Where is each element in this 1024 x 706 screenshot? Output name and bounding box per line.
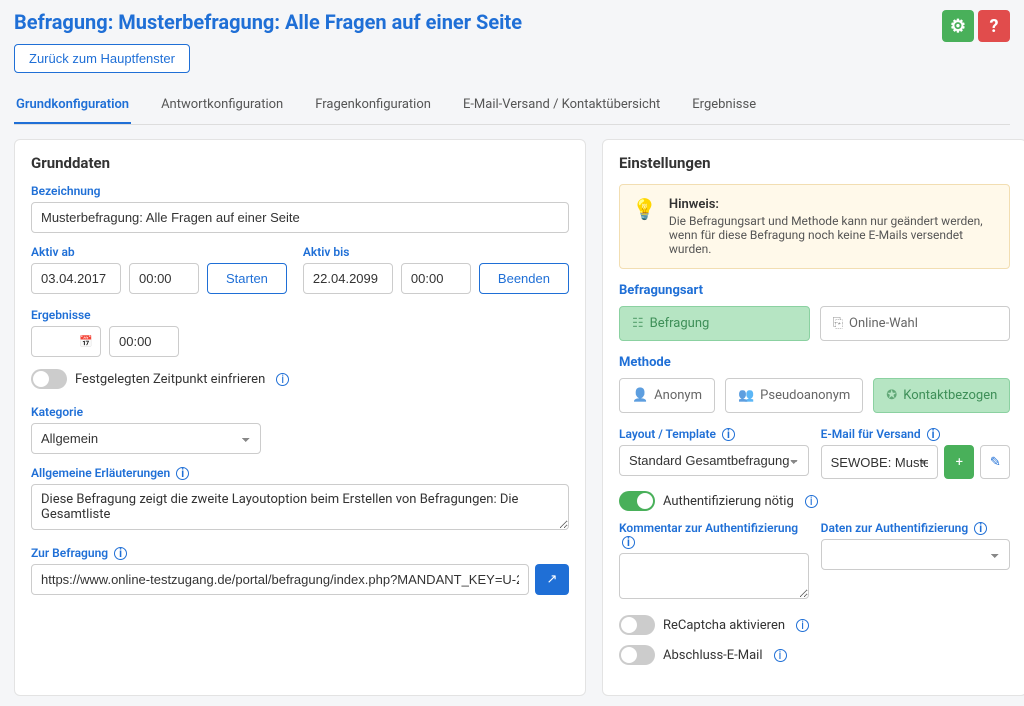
info-icon[interactable]: i xyxy=(622,536,635,549)
erl-label: Allgemeine Erläuterungen i xyxy=(31,466,569,480)
aktiv-ab-date[interactable] xyxy=(31,263,121,294)
info-icon[interactable]: i xyxy=(722,428,735,441)
info-icon[interactable]: i xyxy=(774,649,787,662)
aktiv-ab-time[interactable] xyxy=(129,263,199,294)
einstellungen-heading: Einstellungen xyxy=(619,154,1010,172)
edit-email-button[interactable]: ✎ xyxy=(980,445,1010,479)
freeze-label: Festgelegten Zeitpunkt einfrieren xyxy=(75,372,265,387)
info-icon[interactable]: i xyxy=(796,619,809,632)
tab-ergebnisse[interactable]: Ergebnisse xyxy=(690,87,758,124)
ergebnisse-date[interactable] xyxy=(31,326,101,357)
seg-anonym[interactable]: 👤Anonym xyxy=(619,378,715,413)
erl-textarea[interactable] xyxy=(31,484,569,530)
tab-antwortkonfiguration[interactable]: Antwortkonfiguration xyxy=(159,87,285,124)
info-icon[interactable]: i xyxy=(276,373,289,386)
seg-kontaktbezogen[interactable]: ✪Kontaktbezogen xyxy=(873,378,1010,413)
page-title: Befragung: Musterbefragung: Alle Fragen … xyxy=(14,10,522,34)
people-icon: 👥 xyxy=(738,388,754,403)
tab-email-versand[interactable]: E-Mail-Versand / Kontaktübersicht xyxy=(461,87,662,124)
tab-fragenkonfiguration[interactable]: Fragenkonfiguration xyxy=(313,87,433,124)
plus-icon: + xyxy=(956,455,963,470)
help-button[interactable]: ? xyxy=(978,10,1010,42)
kategorie-select[interactable]: Allgemein xyxy=(31,423,261,454)
recaptcha-label: ReCaptcha aktivieren xyxy=(663,618,785,633)
contact-icon: ✪ xyxy=(886,388,897,403)
email-select[interactable]: SEWOBE: Muster E-Mail Befrag... xyxy=(821,445,939,479)
add-email-button[interactable]: + xyxy=(944,445,974,479)
aktiv-ab-label: Aktiv ab xyxy=(31,245,287,259)
kommentar-textarea[interactable] xyxy=(619,553,809,599)
seg-befragung[interactable]: ☷Befragung xyxy=(619,306,810,341)
methode-label: Methode xyxy=(619,355,1010,370)
notice-box: 💡 Hinweis: Die Befragungsart und Methode… xyxy=(619,184,1010,269)
daten-auth-label: Daten zur Authentifizierung i xyxy=(821,521,1011,535)
question-icon: ? xyxy=(990,16,999,37)
beenden-button[interactable]: Beenden xyxy=(479,263,569,294)
layout-label: Layout / Template i xyxy=(619,427,809,441)
tab-grundkonfiguration[interactable]: Grundkonfiguration xyxy=(14,87,131,124)
vote-icon: ⎘ xyxy=(833,316,843,331)
starten-button[interactable]: Starten xyxy=(207,263,287,294)
lightbulb-icon: 💡 xyxy=(632,197,657,256)
gear-icon: ⚙ xyxy=(950,16,966,37)
external-link-icon: ↗ xyxy=(547,572,558,587)
settings-button[interactable]: ⚙ xyxy=(942,10,974,42)
bezeichnung-label: Bezeichnung xyxy=(31,184,569,198)
zur-label: Zur Befragung i xyxy=(31,546,569,560)
notice-title: Hinweis: xyxy=(669,197,997,212)
seg-pseudoanonym[interactable]: 👥Pseudoanonym xyxy=(725,378,863,413)
abschluss-label: Abschluss-E-Mail xyxy=(663,648,763,663)
aktiv-bis-time[interactable] xyxy=(401,263,471,294)
person-icon: 👤 xyxy=(632,388,648,403)
aktiv-bis-label: Aktiv bis xyxy=(303,245,569,259)
ergebnisse-label: Ergebnisse xyxy=(31,308,569,322)
info-icon[interactable]: i xyxy=(805,495,818,508)
tabs: Grundkonfiguration Antwortkonfiguration … xyxy=(14,87,1010,125)
url-input[interactable] xyxy=(31,564,529,595)
seg-online-wahl[interactable]: ⎘Online-Wahl xyxy=(820,306,1011,341)
aktiv-bis-date[interactable] xyxy=(303,263,393,294)
bezeichnung-input[interactable] xyxy=(31,202,569,233)
freeze-toggle[interactable] xyxy=(31,369,67,389)
open-url-button[interactable]: ↗ xyxy=(535,564,569,595)
auth-toggle[interactable] xyxy=(619,491,655,511)
ergebnisse-time[interactable] xyxy=(109,326,179,357)
info-icon[interactable]: i xyxy=(176,467,189,480)
befragungsart-label: Befragungsart xyxy=(619,283,1010,298)
abschluss-toggle[interactable] xyxy=(619,645,655,665)
info-icon[interactable]: i xyxy=(974,522,987,535)
daten-auth-select[interactable] xyxy=(821,539,1011,570)
survey-icon: ☷ xyxy=(632,316,644,331)
info-icon[interactable]: i xyxy=(927,428,940,441)
layout-select[interactable]: Standard Gesamtbefragung xyxy=(619,445,809,476)
grunddaten-heading: Grunddaten xyxy=(31,154,569,172)
pencil-icon: ✎ xyxy=(990,455,1001,470)
email-label: E-Mail für Versand i xyxy=(821,427,1011,441)
back-button[interactable]: Zurück zum Hauptfenster xyxy=(14,44,190,73)
kategorie-label: Kategorie xyxy=(31,405,569,419)
grunddaten-panel: Grunddaten Bezeichnung Aktiv ab Starten … xyxy=(14,139,586,696)
info-icon[interactable]: i xyxy=(114,547,127,560)
recaptcha-toggle[interactable] xyxy=(619,615,655,635)
einstellungen-panel: Einstellungen 💡 Hinweis: Die Befragungsa… xyxy=(602,139,1024,696)
auth-label: Authentifizierung nötig xyxy=(663,494,794,509)
kommentar-label: Kommentar zur Authentifizierung i xyxy=(619,521,809,549)
notice-body: Die Befragungsart und Methode kann nur g… xyxy=(669,214,997,256)
